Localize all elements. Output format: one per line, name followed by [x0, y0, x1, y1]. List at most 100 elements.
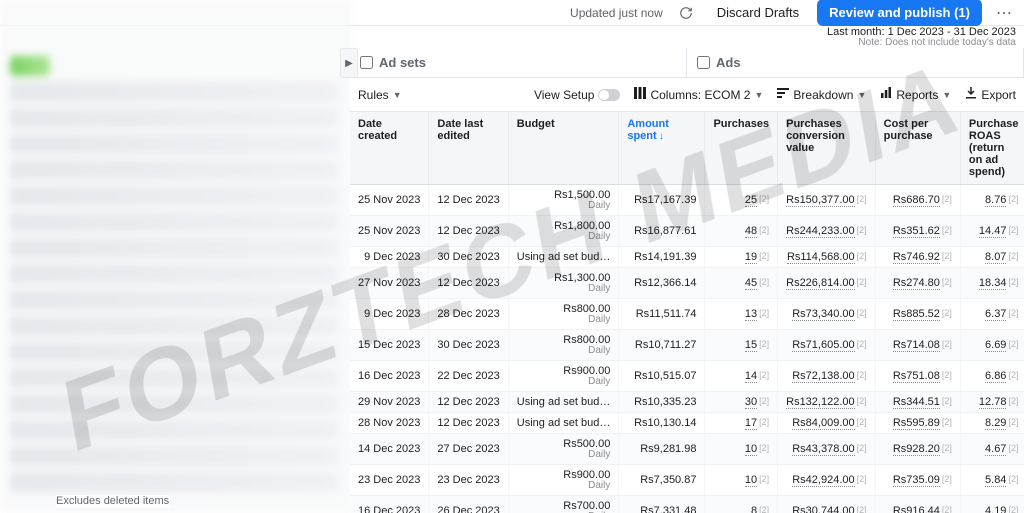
attribution-flag: [2]	[759, 277, 769, 287]
attribution-flag: [2]	[759, 505, 769, 513]
tab-ads-checkbox[interactable]	[697, 56, 710, 69]
cell-amount-spent: Rs17,167.39	[619, 185, 705, 216]
breakdown-icon	[777, 87, 789, 102]
cell-cpp: Rs274.80[2]	[875, 268, 960, 299]
budget-frequency: Daily	[517, 450, 611, 460]
cell-pcv: Rs114,568.00[2]	[778, 247, 876, 268]
excludes-deleted-note: Excludes deleted items	[56, 495, 169, 507]
table-row[interactable]: 16 Dec 202326 Dec 2023Rs700.00DailyRs7,3…	[350, 496, 1024, 513]
col-amount-spent[interactable]: Amount spent↓	[619, 112, 705, 185]
col-date-created[interactable]: Date created	[350, 112, 429, 185]
review-publish-button[interactable]: Review and publish (1)	[817, 0, 982, 26]
cell-date-created: 9 Dec 2023	[350, 247, 429, 268]
attribution-flag: [2]	[1008, 277, 1018, 287]
download-icon	[965, 87, 977, 102]
cell-amount-spent: Rs11,511.74	[619, 299, 705, 330]
caret-down-icon: ▼	[754, 90, 763, 100]
attribution-flag: [2]	[759, 339, 769, 349]
table-row[interactable]: 14 Dec 202327 Dec 2023Rs500.00DailyRs9,2…	[350, 434, 1024, 465]
attribution-flag: [2]	[857, 396, 867, 406]
cell-budget: Rs800.00Daily	[508, 330, 619, 361]
table-row[interactable]: 25 Nov 202312 Dec 2023Rs1,500.00DailyRs1…	[350, 185, 1024, 216]
col-date-last-edited[interactable]: Date last edited	[429, 112, 508, 185]
cell-pcv: Rs73,340.00[2]	[778, 299, 876, 330]
table-row[interactable]: 29 Nov 202312 Dec 2023Using ad set bud…R…	[350, 392, 1024, 413]
cell-cpp: Rs344.51[2]	[875, 392, 960, 413]
breakdown-dropdown[interactable]: Breakdown▼	[777, 87, 866, 102]
sort-desc-icon: ↓	[659, 131, 664, 142]
attribution-flag: [2]	[1008, 194, 1018, 204]
col-budget[interactable]: Budget	[508, 112, 619, 185]
budget-frequency: Daily	[517, 481, 611, 491]
export-button[interactable]: Export	[965, 87, 1016, 102]
attribution-flag: [2]	[857, 194, 867, 204]
caret-down-icon: ▼	[942, 90, 951, 100]
cell-roas: 8.29[2]	[960, 413, 1024, 434]
cell-cpp: Rs746.92[2]	[875, 247, 960, 268]
table-row[interactable]: 25 Nov 202312 Dec 2023Rs1,800.00DailyRs1…	[350, 216, 1024, 247]
cell-budget: Using ad set bud…	[508, 247, 619, 268]
attribution-flag: [2]	[857, 308, 867, 318]
tab-ads[interactable]: Ads	[687, 48, 1024, 77]
col-purchases-conv-value[interactable]: Purchases conversion value	[778, 112, 876, 185]
table-row[interactable]: 9 Dec 202328 Dec 2023Rs800.00DailyRs11,5…	[350, 299, 1024, 330]
col-roas[interactable]: Purchase ROAS (return on ad spend)	[960, 112, 1024, 185]
view-setup-toggle[interactable]: View Setup	[534, 88, 621, 102]
col-purchases[interactable]: Purchases	[705, 112, 778, 185]
cell-amount-spent: Rs9,281.98	[619, 434, 705, 465]
cell-amount-spent: Rs10,515.07	[619, 361, 705, 392]
cell-purchases: 17[2]	[705, 413, 778, 434]
cell-budget: Rs500.00Daily	[508, 434, 619, 465]
cell-purchases: 10[2]	[705, 434, 778, 465]
attribution-flag: [2]	[1008, 251, 1018, 261]
cell-roas: 6.69[2]	[960, 330, 1024, 361]
reports-dropdown[interactable]: Reports▼	[880, 87, 951, 102]
cell-pcv: Rs30,744.00[2]	[778, 496, 876, 513]
date-range-picker[interactable]: Last month: 1 Dec 2023 - 31 Dec 2023 Not…	[827, 26, 1016, 48]
main-workspace: ▶ Ad sets Ads Rules▼ View Setup	[350, 48, 1024, 513]
cell-purchases: 45[2]	[705, 268, 778, 299]
cell-date-created: 16 Dec 2023	[350, 496, 429, 513]
attribution-flag: [2]	[759, 370, 769, 380]
cell-date-created: 28 Nov 2023	[350, 413, 429, 434]
cell-date-created: 25 Nov 2023	[350, 216, 429, 247]
attribution-flag: [2]	[857, 225, 867, 235]
table-row[interactable]: 27 Nov 202312 Dec 2023Rs1,300.00DailyRs1…	[350, 268, 1024, 299]
tab-ad-sets-checkbox[interactable]	[360, 56, 373, 69]
attribution-flag: [2]	[759, 474, 769, 484]
data-table-scroll[interactable]: Date created Date last edited Budget Amo…	[350, 112, 1024, 513]
tab-ads-label: Ads	[716, 55, 741, 70]
tab-ad-sets[interactable]: Ad sets	[350, 48, 687, 77]
attribution-flag: [2]	[942, 474, 952, 484]
refresh-icon[interactable]	[673, 0, 699, 26]
more-menu-icon[interactable]: ⋯	[992, 3, 1016, 23]
columns-label: Columns: ECOM 2	[650, 88, 750, 102]
collapse-handle-icon[interactable]: ▶	[340, 48, 358, 78]
cell-budget: Rs900.00Daily	[508, 361, 619, 392]
table-row[interactable]: 16 Dec 202322 Dec 2023Rs900.00DailyRs10,…	[350, 361, 1024, 392]
attribution-flag: [2]	[1008, 225, 1018, 235]
attribution-flag: [2]	[759, 396, 769, 406]
cell-budget: Rs900.00Daily	[508, 465, 619, 496]
cell-date-edited: 12 Dec 2023	[429, 392, 508, 413]
cell-cpp: Rs686.70[2]	[875, 185, 960, 216]
columns-dropdown[interactable]: Columns: ECOM 2 ▼	[634, 87, 763, 102]
level-tabs: Ad sets Ads	[350, 48, 1024, 78]
rules-dropdown[interactable]: Rules▼	[358, 88, 402, 102]
cell-roas: 4.19[2]	[960, 496, 1024, 513]
table-row[interactable]: 9 Dec 202330 Dec 2023Using ad set bud…Rs…	[350, 247, 1024, 268]
table-row[interactable]: 28 Nov 202312 Dec 2023Using ad set bud…R…	[350, 413, 1024, 434]
cell-budget: Using ad set bud…	[508, 392, 619, 413]
cell-purchases: 10[2]	[705, 465, 778, 496]
col-cost-per-purchase[interactable]: Cost per purchase	[875, 112, 960, 185]
budget-using-adset: Using ad set bud…	[517, 251, 611, 263]
cell-date-edited: 30 Dec 2023	[429, 330, 508, 361]
attribution-flag: [2]	[857, 251, 867, 261]
discard-drafts-button[interactable]: Discard Drafts	[709, 1, 807, 24]
cell-amount-spent: Rs10,130.14	[619, 413, 705, 434]
left-sidebar-blurred	[0, 0, 350, 513]
cell-cpp: Rs928.20[2]	[875, 434, 960, 465]
table-row[interactable]: 15 Dec 202330 Dec 2023Rs800.00DailyRs10,…	[350, 330, 1024, 361]
cell-cpp: Rs735.09[2]	[875, 465, 960, 496]
table-row[interactable]: 23 Dec 202323 Dec 2023Rs900.00DailyRs7,3…	[350, 465, 1024, 496]
